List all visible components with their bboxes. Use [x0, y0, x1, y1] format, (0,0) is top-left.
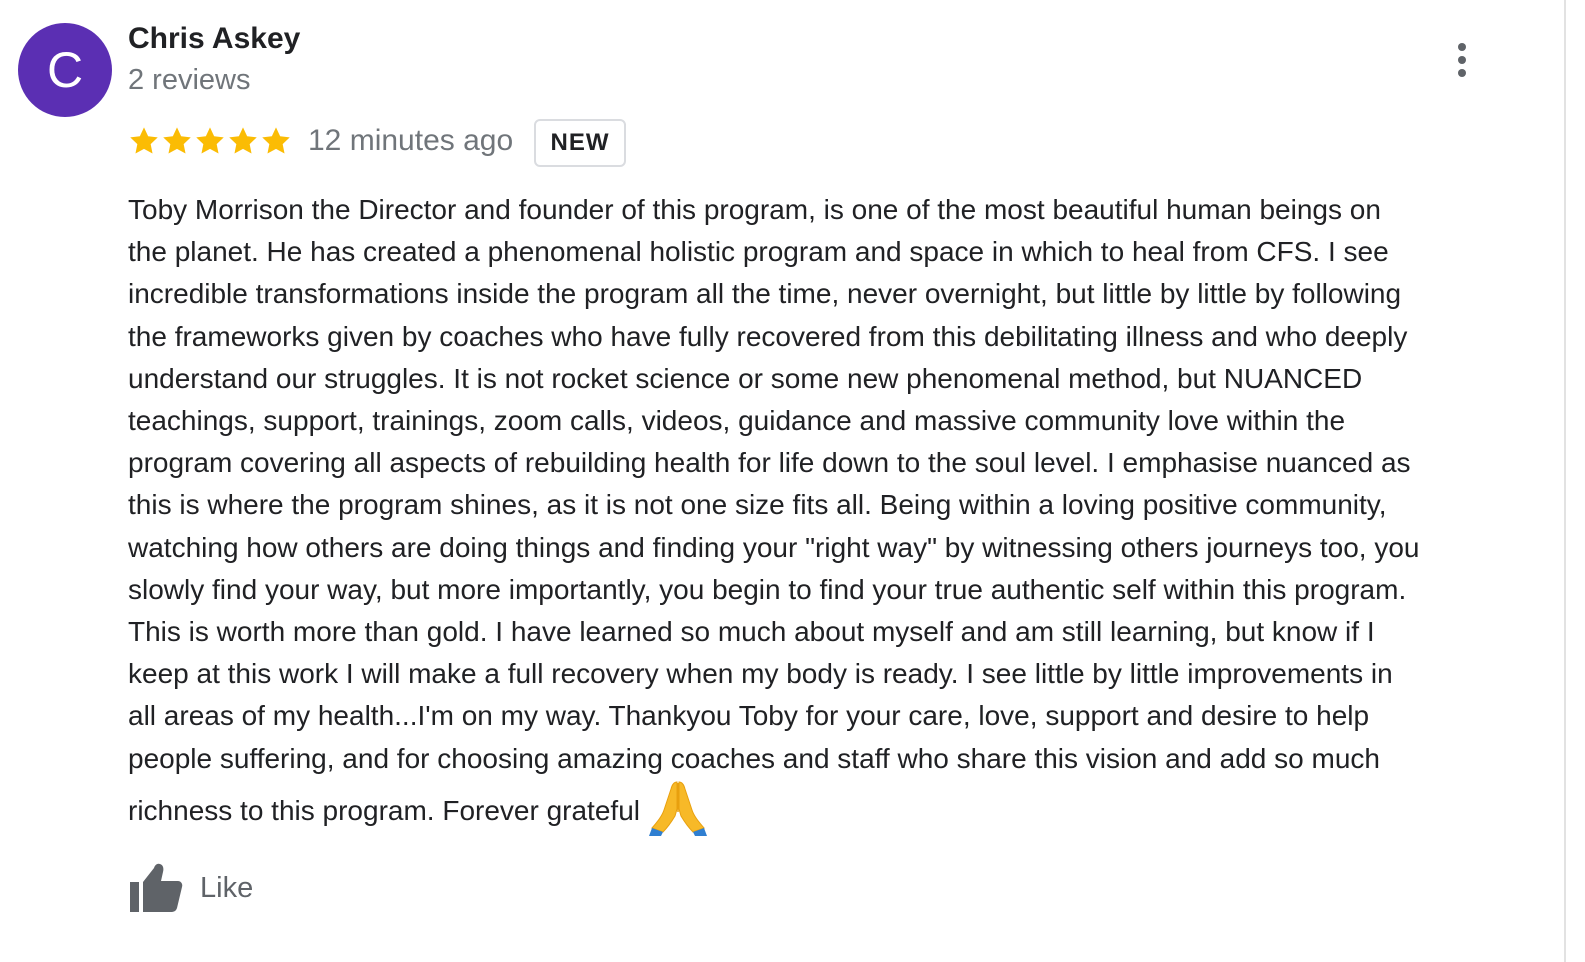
star-rating: [128, 122, 292, 160]
review-line: this is where the program shines, as it …: [128, 489, 1387, 521]
review-line: Toby Morrison the Director and founder o…: [128, 194, 1381, 225]
review-text: Toby Morrison the Director and founder o…: [128, 189, 1548, 836]
avatar-initial: C: [46, 42, 84, 98]
more-options-button[interactable]: [1442, 38, 1482, 82]
review-line: understand our struggles. It is not rock…: [128, 362, 1363, 394]
review-line: keep at this work I will make a full rec…: [128, 658, 1393, 690]
like-label: Like: [200, 871, 254, 904]
thumbs-up-icon: [130, 863, 183, 912]
review-timestamp: 12 minutes ago: [308, 124, 514, 157]
star-icon: [196, 127, 224, 154]
review-line: the frameworks given by coaches who have…: [128, 320, 1408, 352]
review-line: slowly find your way, but more important…: [128, 573, 1407, 605]
scrollbar-edge: [1564, 0, 1566, 962]
review-line: the planet. He has created a phenomenal …: [128, 236, 1389, 268]
author-name[interactable]: Chris Askey: [128, 22, 300, 56]
star-icon: [262, 127, 290, 154]
like-button[interactable]: Like: [128, 860, 253, 916]
review-line: This is worth more than gold. I have lea…: [128, 616, 1375, 648]
star-icon: [229, 127, 257, 154]
more-vertical-icon: [1458, 43, 1466, 51]
review-line: teachings, support, trainings, zoom call…: [128, 405, 1346, 437]
review-line: people suffering, and for choosing amazi…: [128, 742, 1380, 774]
new-badge: NEW: [534, 119, 626, 167]
more-vertical-icon-dot: [1458, 69, 1466, 77]
review-line-last: richness to this program. Forever gratef…: [128, 780, 1548, 836]
review-card: C Chris Askey 2 reviews 12 minutes ago N…: [0, 0, 1585, 962]
review-line: watching how others are doing things and…: [128, 531, 1420, 563]
review-line: richness to this program. Forever gratef…: [128, 794, 640, 826]
review-line: all areas of my health...I'm on my way. …: [128, 700, 1370, 732]
star-icon: [130, 127, 158, 154]
star-icon: [163, 127, 191, 154]
avatar[interactable]: C: [18, 23, 112, 117]
review-line: program covering all aspects of rebuildi…: [128, 447, 1411, 479]
author-review-count[interactable]: 2 reviews: [128, 64, 251, 97]
more-vertical-icon-dot: [1458, 56, 1466, 64]
folded-hands-icon: [648, 781, 707, 836]
review-line: incredible transformations inside the pr…: [128, 278, 1402, 310]
